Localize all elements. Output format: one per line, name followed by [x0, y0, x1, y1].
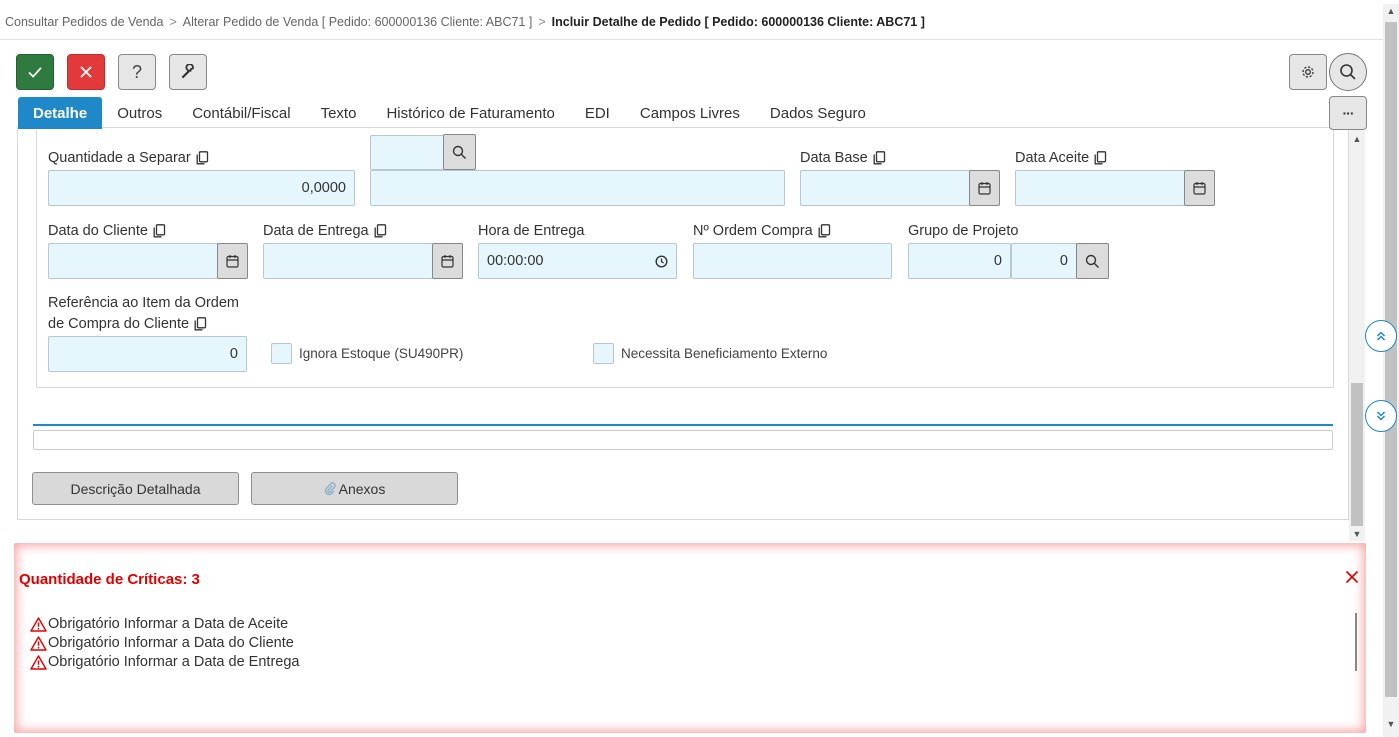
tools-button[interactable] [169, 54, 207, 90]
hora-entrega-label: Hora de Entrega [478, 223, 585, 239]
grupo-projeto-search-button[interactable] [1076, 243, 1109, 279]
tab-edi[interactable]: EDI [570, 97, 625, 129]
descricao-detalhada-button[interactable]: Descrição Detalhada [32, 472, 239, 505]
close-icon [1345, 570, 1359, 584]
inner-scroll-thumb[interactable] [1351, 383, 1363, 526]
copy-icon[interactable] [153, 224, 166, 238]
ignora-estoque-label: Ignora Estoque (SU490PR) [299, 346, 464, 361]
critica-item: Obrigatório Informar a Data de Entrega [30, 654, 299, 670]
critica-item: Obrigatório Informar a Data de Aceite [30, 616, 288, 632]
copy-icon[interactable] [194, 317, 207, 331]
scroll-to-bottom-button[interactable] [1365, 400, 1397, 432]
inner-scroll-up-arrow[interactable]: ▲ [1349, 134, 1365, 144]
ignora-estoque-checkbox[interactable] [271, 343, 292, 364]
calendar-icon [441, 255, 454, 268]
breadcrumb-separator: > [169, 14, 177, 29]
confirm-button[interactable] [16, 54, 54, 90]
cancel-button[interactable] [67, 54, 105, 90]
data-aceite-calendar-button[interactable] [1184, 170, 1215, 206]
ref-item-label-line1: Referência ao Item da Ordem [48, 295, 240, 311]
breadcrumb-separator: > [538, 14, 546, 29]
page-scroll-down-arrow[interactable]: ▼ [1383, 719, 1399, 729]
tab-detalhe[interactable]: Detalhe [18, 97, 103, 129]
qtd-separar-label: Quantidade a Separar [48, 150, 209, 166]
copy-icon[interactable] [196, 151, 209, 165]
copy-icon[interactable] [873, 151, 886, 165]
tab-campos-livres[interactable]: Campos Livres [625, 97, 755, 129]
more-icon: ··· [1342, 105, 1355, 121]
inner-scroll-down-arrow[interactable]: ▼ [1349, 529, 1365, 539]
criticas-title: Quantidade de Críticas: 3 [19, 571, 200, 588]
separator-line [33, 424, 1333, 426]
calendar-icon [978, 182, 991, 195]
wrench-icon [181, 64, 194, 79]
scroll-to-top-button[interactable] [1365, 320, 1397, 352]
qtd-separar-input[interactable]: 0,0000 [48, 170, 355, 206]
lookup-description-input[interactable] [370, 170, 785, 206]
data-entrega-calendar-button[interactable] [432, 243, 463, 279]
search-button[interactable] [1329, 53, 1367, 91]
tabs-more-button[interactable]: ··· [1329, 96, 1367, 130]
ref-item-input[interactable]: 0 [48, 336, 247, 372]
breadcrumb-item-consultar[interactable]: Consultar Pedidos de Venda [5, 15, 163, 29]
check-icon [28, 67, 42, 78]
clock-icon[interactable] [655, 254, 668, 268]
calendar-icon [1193, 182, 1206, 195]
search-icon [1340, 64, 1356, 80]
lookup-code-input[interactable] [370, 135, 444, 170]
warning-icon [30, 635, 47, 651]
tab-dados-seguro[interactable]: Dados Seguro [755, 97, 881, 129]
data-entrega-label: Data de Entrega [263, 223, 387, 239]
search-icon [1085, 254, 1099, 268]
beneficiamento-externo-label: Necessita Beneficiamento Externo [621, 346, 828, 361]
grupo-projeto-input-2[interactable]: 0 [1011, 243, 1077, 279]
tab-contabil-fiscal[interactable]: Contábil/Fiscal [177, 97, 305, 129]
copy-icon[interactable] [818, 224, 831, 238]
lookup-search-button[interactable] [443, 134, 476, 170]
double-chevron-up-icon [1376, 331, 1386, 341]
warning-icon [30, 616, 47, 632]
data-base-input[interactable] [800, 170, 970, 206]
help-button[interactable]: ? [118, 54, 156, 90]
criticas-scrollbar[interactable] [1355, 613, 1357, 671]
search-icon [452, 145, 466, 159]
breadcrumb: Consultar Pedidos de Venda > Alterar Ped… [0, 4, 1383, 40]
paperclip-icon [324, 482, 336, 495]
warning-icon [30, 654, 47, 670]
tab-bar: Detalhe Outros Contábil/Fiscal Texto His… [18, 97, 881, 129]
data-entrega-input[interactable] [263, 243, 433, 279]
copy-icon[interactable] [374, 224, 387, 238]
tab-historico-faturamento[interactable]: Histórico de Faturamento [371, 97, 569, 129]
anexos-button[interactable]: Anexos [251, 472, 458, 505]
data-cliente-label: Data do Cliente [48, 223, 166, 239]
data-aceite-label: Data Aceite [1015, 150, 1107, 166]
gear-icon [1302, 66, 1314, 78]
page-scroll-up-arrow[interactable]: ▲ [1383, 6, 1399, 16]
copy-icon[interactable] [1094, 151, 1107, 165]
critica-item: Obrigatório Informar a Data do Cliente [30, 635, 294, 651]
settings-button[interactable] [1289, 54, 1327, 90]
close-criticas-button[interactable] [1344, 569, 1360, 585]
close-icon [80, 66, 92, 78]
ordem-compra-input[interactable] [693, 243, 892, 279]
beneficiamento-externo-checkbox[interactable] [593, 343, 614, 364]
data-cliente-input[interactable] [48, 243, 218, 279]
hora-entrega-input[interactable]: 00:00:00 [478, 243, 677, 279]
tab-texto[interactable]: Texto [306, 97, 372, 129]
grupo-projeto-label: Grupo de Projeto [908, 223, 1019, 239]
data-cliente-calendar-button[interactable] [217, 243, 248, 279]
calendar-icon [226, 255, 239, 268]
ref-item-label-line2: de Compra do Cliente [48, 316, 207, 332]
breadcrumb-item-alterar[interactable]: Alterar Pedido de Venda [ Pedido: 600000… [183, 15, 533, 29]
breadcrumb-current: Incluir Detalhe de Pedido [ Pedido: 6000… [551, 14, 925, 29]
data-aceite-input[interactable] [1015, 170, 1185, 206]
grupo-projeto-input-1[interactable]: 0 [908, 243, 1011, 279]
double-chevron-down-icon [1376, 411, 1386, 421]
tab-outros[interactable]: Outros [102, 97, 177, 129]
status-bar [33, 430, 1333, 450]
page-scroll-thumb[interactable] [1385, 22, 1397, 697]
data-base-calendar-button[interactable] [969, 170, 1000, 206]
data-base-label: Data Base [800, 150, 886, 166]
ordem-compra-label: Nº Ordem Compra [693, 223, 831, 239]
